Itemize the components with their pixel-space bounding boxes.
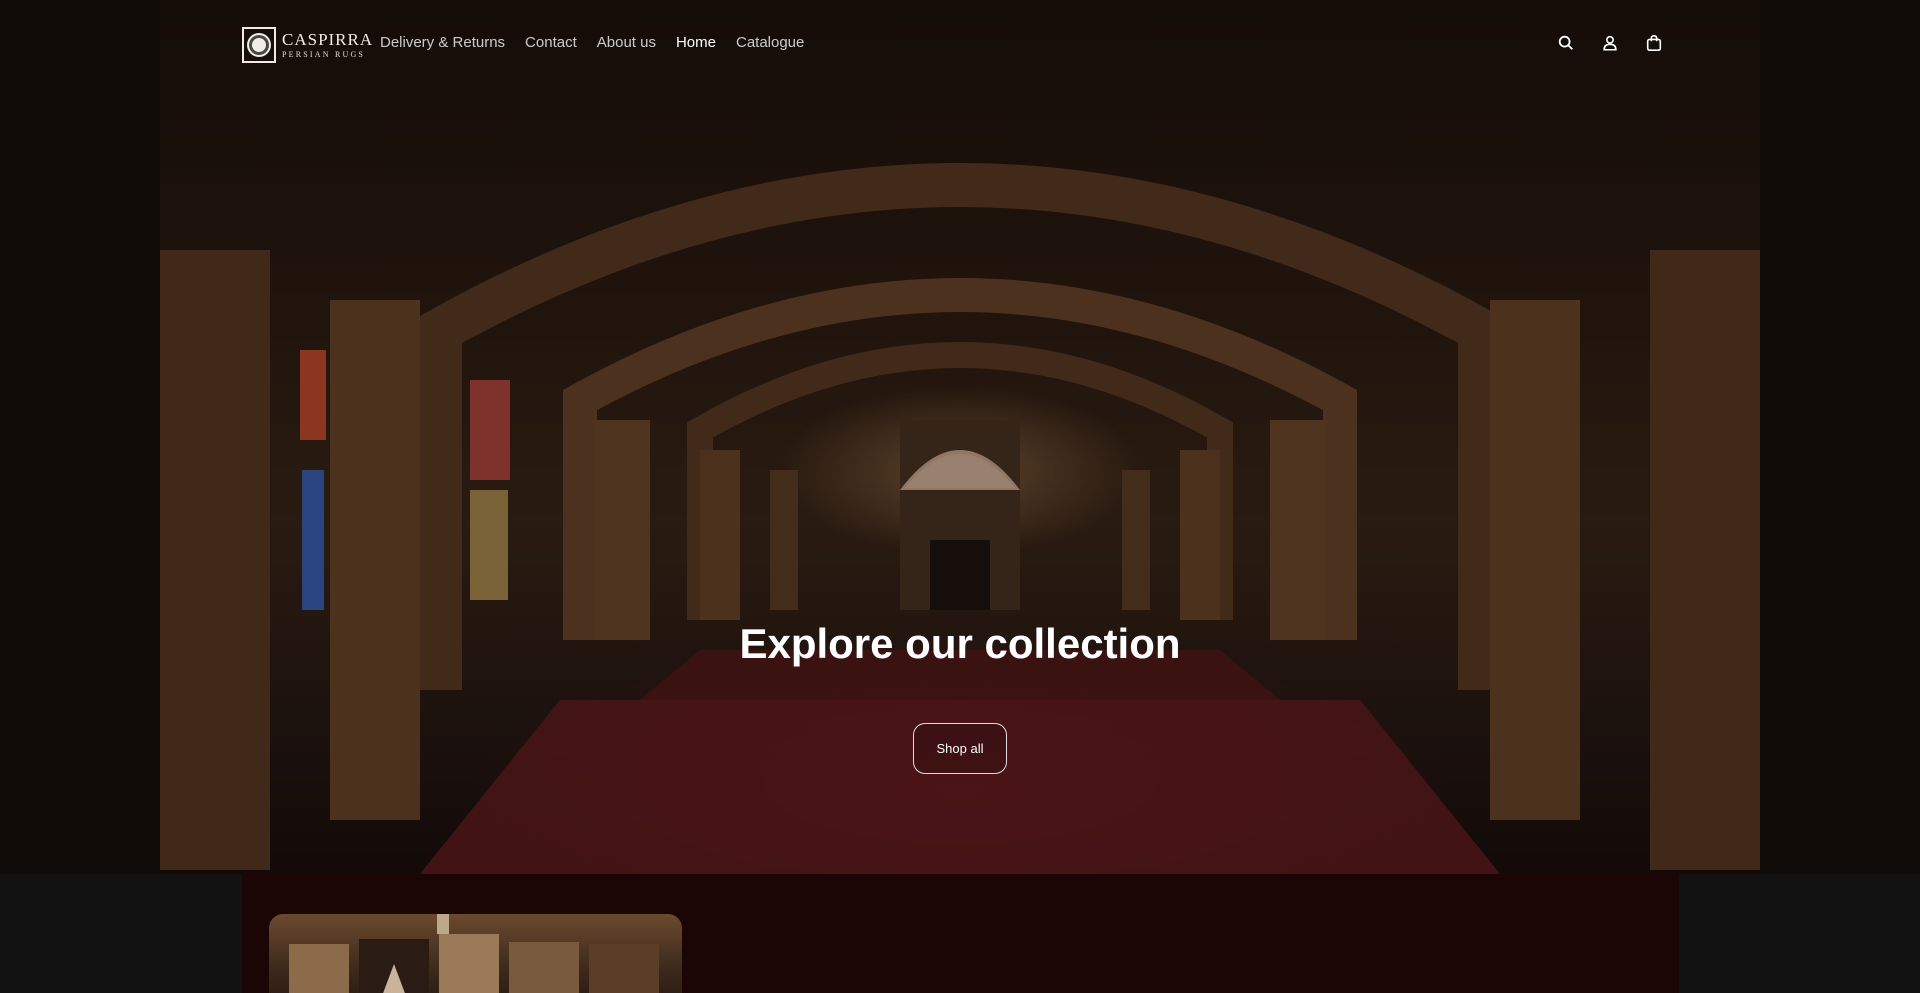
- site-header: CASPIRRA PERSIAN RUGS Delivery & Returns…: [0, 0, 1920, 88]
- search-icon[interactable]: [1556, 33, 1576, 53]
- featured-section: [0, 874, 1920, 993]
- logo[interactable]: CASPIRRA PERSIAN RUGS: [242, 27, 373, 63]
- cart-icon[interactable]: [1644, 33, 1664, 53]
- hero-title: Explore our collection: [739, 620, 1181, 667]
- logo-name: CASPIRRA: [282, 30, 374, 49]
- logo-emblem-icon: [242, 27, 276, 63]
- nav-home[interactable]: Home: [676, 34, 716, 51]
- account-icon[interactable]: [1600, 33, 1620, 53]
- logo-subtitle: PERSIAN RUGS: [282, 50, 366, 59]
- main-nav: Delivery & Returns Contact About us Home…: [380, 34, 804, 51]
- rug-rolls-image: [289, 914, 659, 993]
- nav-contact[interactable]: Contact: [525, 34, 577, 51]
- shop-all-button[interactable]: Shop all: [913, 723, 1007, 774]
- nav-about-us[interactable]: About us: [597, 34, 656, 51]
- featured-panel: [242, 874, 1679, 993]
- nav-catalogue[interactable]: Catalogue: [736, 34, 804, 51]
- header-icons: [1556, 33, 1664, 53]
- nav-delivery-returns[interactable]: Delivery & Returns: [380, 34, 505, 51]
- featured-image[interactable]: [269, 914, 682, 993]
